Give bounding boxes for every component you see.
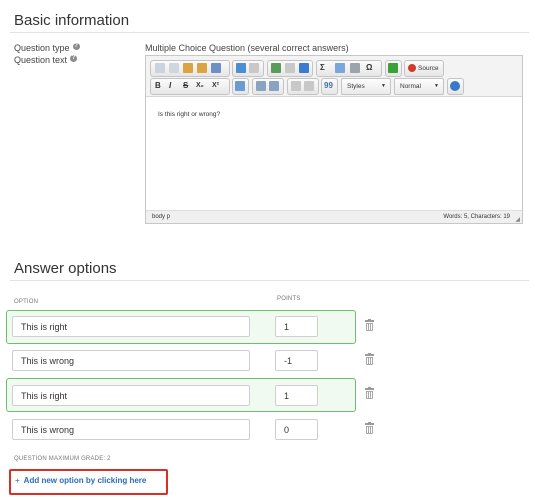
add-option-link[interactable]: + Add new option by clicking here [15,476,146,485]
superscript-button[interactable]: X² [212,80,219,92]
insert-group: Σ Ω [316,60,382,77]
format-label: Normal [400,83,421,90]
italic-button[interactable]: I [169,80,171,92]
undo-icon[interactable] [236,63,246,73]
clipboard-group [150,60,230,77]
math-icon[interactable]: Σ [320,62,325,74]
outdent-icon[interactable] [291,81,301,91]
answer-options-heading: Answer options [14,260,117,277]
image-group [232,78,249,95]
trash-icon[interactable] [365,319,374,331]
divider [10,280,529,281]
trash-icon[interactable] [365,387,374,399]
option-text-input[interactable]: This is right [12,316,250,337]
source-icon [408,64,416,72]
strike-button[interactable]: S [183,80,188,92]
subscript-button[interactable]: X₂ [196,80,204,92]
list-group [252,78,284,95]
points-input[interactable]: 1 [275,385,318,406]
chevron-down-icon: ▼ [381,83,386,89]
table-icon[interactable] [335,63,345,73]
resize-handle-icon[interactable]: ◢ [515,214,520,226]
paste-icon[interactable] [183,63,193,73]
numbered-list-icon[interactable] [256,81,266,91]
question-text-label: Question text? [14,55,78,65]
points-input[interactable]: 1 [275,316,318,337]
indent-icon[interactable] [304,81,314,91]
paste-word-icon[interactable] [211,63,221,73]
points-column-header: POINTS [277,296,301,302]
special-char-icon[interactable]: Ω [366,62,372,74]
paste-text-icon[interactable] [197,63,207,73]
option-column-header: OPTION [14,299,39,305]
option-text-input[interactable]: This is wrong [12,419,250,440]
cut-icon[interactable] [155,63,165,73]
question-text-label-text: Question text [14,55,68,65]
anchor-icon[interactable] [299,63,309,73]
link-group [267,60,313,77]
undo-group [232,60,264,77]
image-icon[interactable] [235,81,245,91]
redo-icon[interactable] [249,63,259,73]
points-input[interactable]: 0 [275,419,318,440]
unlink-icon[interactable] [285,63,295,73]
styles-dropdown[interactable]: Styles ▼ [341,78,391,95]
option-text-input[interactable]: This is wrong [12,350,250,371]
about-group [447,78,464,95]
bulleted-list-icon[interactable] [269,81,279,91]
format-dropdown[interactable]: Normal ▼ [394,78,444,95]
blockquote-icon[interactable]: 99 [324,80,333,92]
question-type-label-text: Question type [14,43,70,53]
trash-icon[interactable] [365,422,374,434]
points-input[interactable]: -1 [275,350,318,371]
editor-content[interactable]: Is this right or wrong? [158,111,220,118]
rich-text-editor: Σ Ω Source B I S X₂ X² 99 Styles ▼ Norma… [145,55,523,224]
add-option-label: Add new option by clicking here [23,476,147,485]
basic-style-group: B I S X₂ X² [150,78,230,95]
question-type-label: Question type? [14,43,80,53]
help-icon[interactable]: ? [72,43,80,50]
source-label: Source [418,65,439,72]
chevron-down-icon: ▼ [434,83,439,89]
horizontal-line-icon[interactable] [350,63,360,73]
link-icon[interactable] [271,63,281,73]
plus-icon: + [15,476,20,485]
indent-group [287,78,319,95]
element-path[interactable]: body p [152,211,170,223]
help-icon[interactable]: ? [70,55,78,62]
maximize-icon[interactable] [388,63,398,73]
question-maximum-grade: QUESTION MAXIMUM GRADE: 2 [14,456,111,462]
bold-button[interactable]: B [155,80,161,92]
maximize-group [385,60,402,77]
copy-icon[interactable] [169,63,179,73]
basic-information-heading: Basic information [14,12,130,29]
editor-toolbar: Σ Ω Source B I S X₂ X² 99 Styles ▼ Norma… [146,56,522,97]
info-icon[interactable] [450,81,460,91]
word-count: Words: 5, Characters: 19 [443,214,510,220]
trash-icon[interactable] [365,353,374,365]
editor-status-bar: body p Words: 5, Characters: 19 ◢ [146,210,522,223]
blockquote-group: 99 [321,78,338,95]
styles-label: Styles [347,83,365,90]
question-type-value: Multiple Choice Question (several correc… [145,43,349,53]
option-text-input[interactable]: This is right [12,385,250,406]
divider [10,32,529,33]
source-button[interactable]: Source [404,60,444,77]
